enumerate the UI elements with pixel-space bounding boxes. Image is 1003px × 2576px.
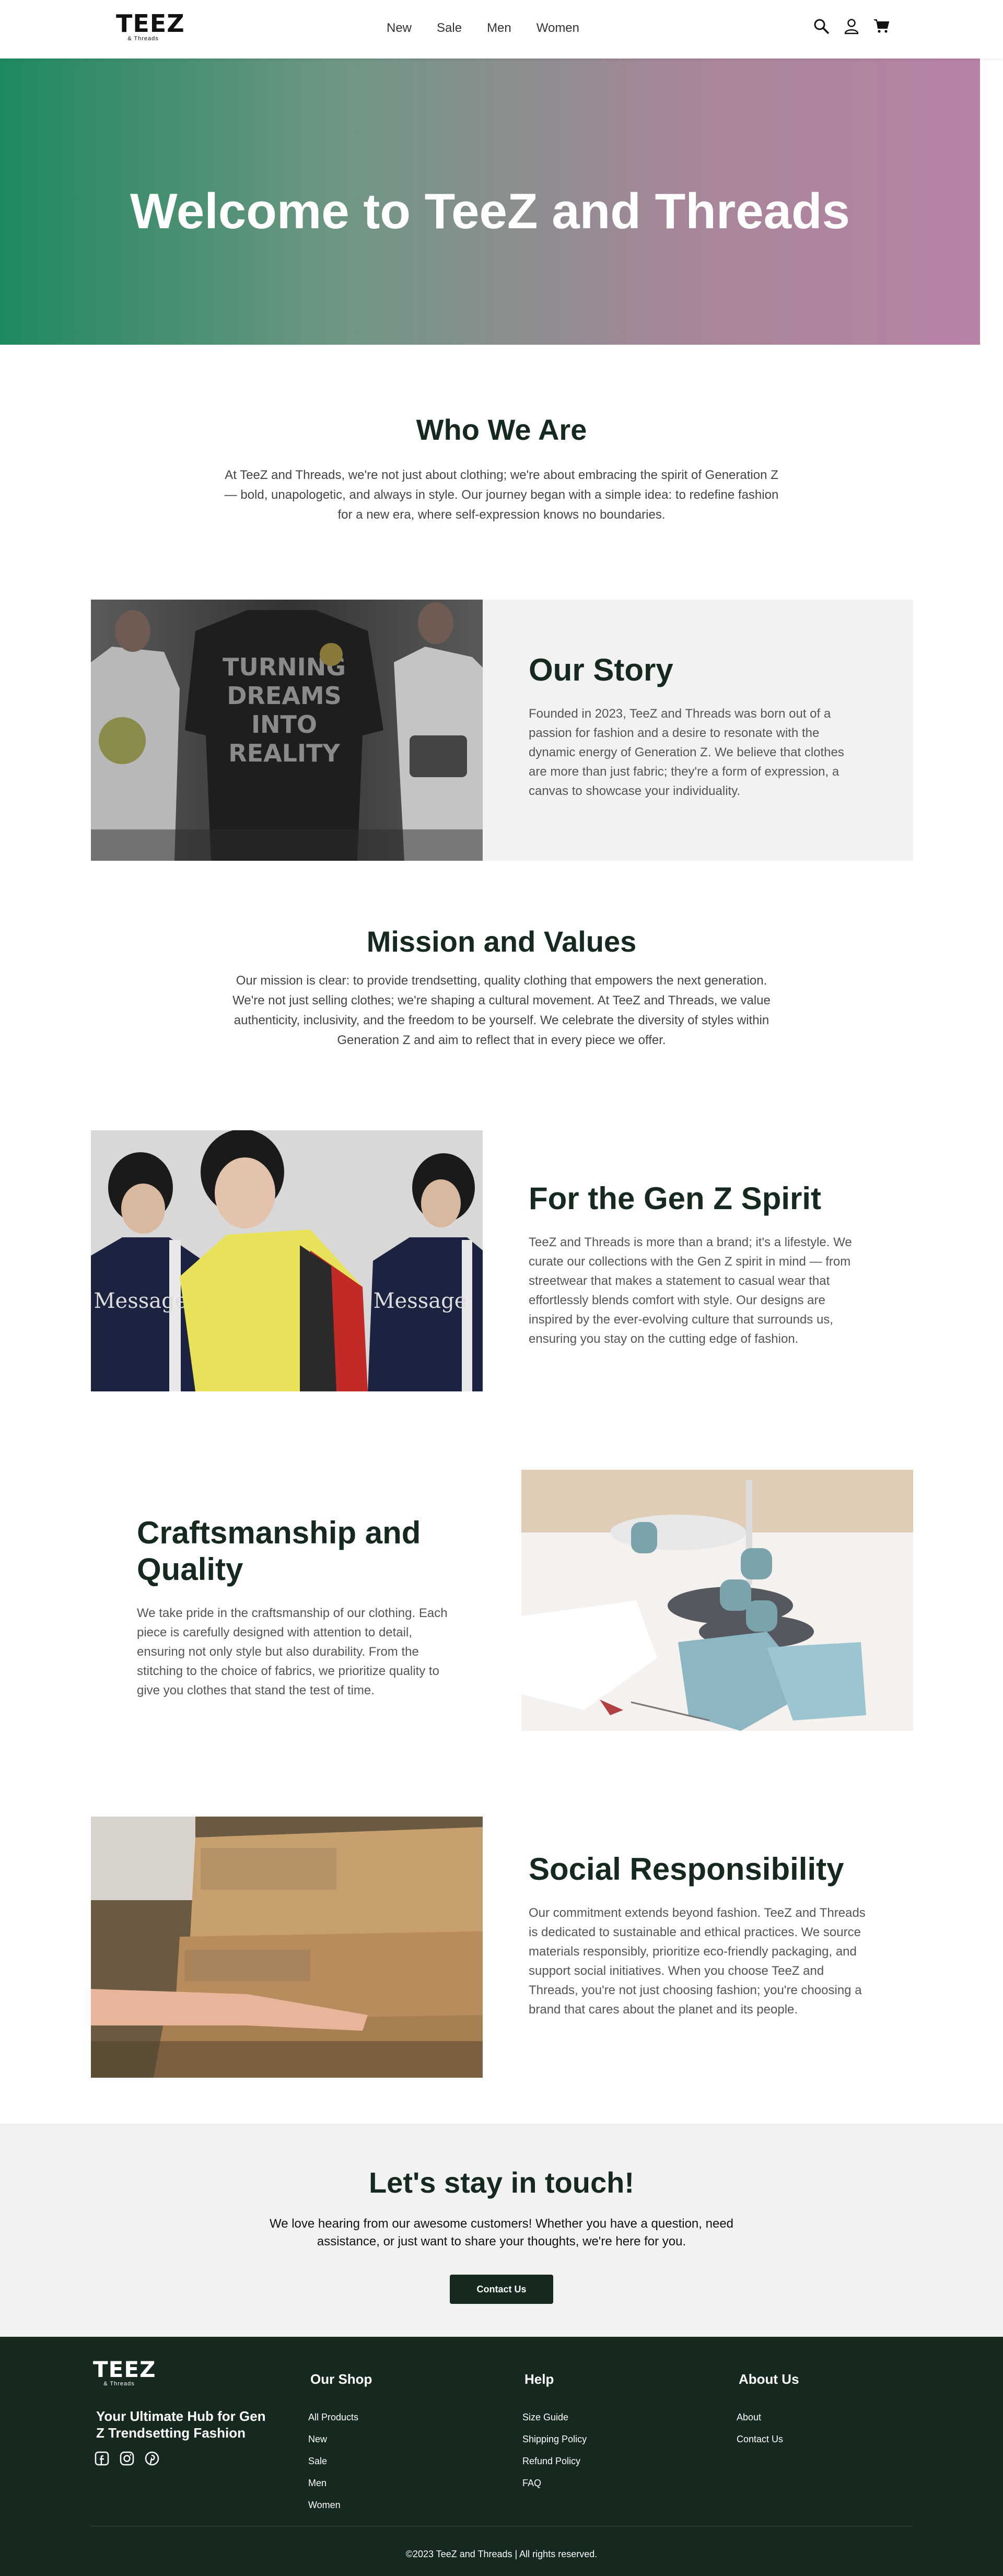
footer-link-faq[interactable]: FAQ bbox=[522, 2472, 587, 2494]
site-header: TEEZ & Threads New Sale Men Women bbox=[0, 0, 1003, 58]
site-footer: TEEZ & Threads Your Ultimate Hub for Gen… bbox=[0, 2337, 1003, 2576]
craft-text-panel: Craftsmanship and Quality We take pride … bbox=[91, 1470, 521, 1731]
gen-z-title: For the Gen Z Spirit bbox=[529, 1181, 822, 1216]
svg-text:Message: Message bbox=[374, 1289, 467, 1313]
footer-col-title: Our Shop bbox=[310, 2371, 372, 2387]
shirt-text-line-4: REALITY bbox=[228, 739, 340, 767]
shirt-text-line-3: INTO bbox=[251, 710, 317, 739]
nav-new[interactable]: New bbox=[387, 21, 412, 36]
hero-title: Welcome to TeeZ and Threads bbox=[130, 183, 850, 239]
craft-text: We take pride in the craftsmanship of ou… bbox=[137, 1606, 448, 1697]
footer-link-women[interactable]: Women bbox=[308, 2494, 372, 2516]
logo-main: TEEZ bbox=[116, 9, 185, 38]
gen-z-text-panel: For the Gen Z Spirit TeeZ and Threads is… bbox=[483, 1130, 913, 1391]
craftsmanship-section: Craftsmanship and Quality We take pride … bbox=[91, 1470, 913, 1731]
footer-col-title: About Us bbox=[739, 2371, 799, 2387]
logo[interactable]: TEEZ & Threads bbox=[116, 9, 185, 42]
cart-icon[interactable] bbox=[873, 18, 890, 34]
contact-us-button[interactable]: Contact Us bbox=[450, 2275, 553, 2304]
mission-title: Mission and Values bbox=[366, 925, 637, 958]
social-text-panel: Social Responsibility Our commitment ext… bbox=[483, 1817, 913, 2078]
footer-link-new[interactable]: New bbox=[308, 2428, 372, 2450]
gen-z-section: Message Message For the Gen Z Spirit Tee… bbox=[91, 1130, 913, 1391]
story-image: TURNING DREAMS INTO REALITY bbox=[91, 600, 483, 861]
who-text: At TeeZ and Threads, we're not just abou… bbox=[224, 468, 779, 522]
story-text: Founded in 2023, TeeZ and Threads was bo… bbox=[529, 707, 844, 798]
stay-in-touch-section: Let's stay in touch! We love hearing fro… bbox=[0, 2124, 1003, 2337]
footer-col-title: Help bbox=[524, 2371, 554, 2387]
svg-text:Message: Message bbox=[94, 1289, 188, 1313]
mission-section: Mission and Values Our mission is clear:… bbox=[0, 924, 1003, 1050]
footer-link-size-guide[interactable]: Size Guide bbox=[522, 2406, 587, 2428]
footer-link-shipping-policy[interactable]: Shipping Policy bbox=[522, 2428, 587, 2450]
footer-col-help: Help Size Guide Shipping Policy Refund P… bbox=[522, 2371, 587, 2494]
who-we-are-section: Who We Are At TeeZ and Threads, we're no… bbox=[0, 413, 1003, 525]
nav-sale[interactable]: Sale bbox=[437, 21, 462, 36]
touch-title: Let's stay in touch! bbox=[368, 2166, 635, 2199]
nav-women[interactable]: Women bbox=[537, 21, 579, 36]
social-links bbox=[94, 2451, 160, 2466]
social-text: Our commitment extends beyond fashion. T… bbox=[529, 1906, 866, 2017]
copyright: ©2023 TeeZ and Threads | All rights rese… bbox=[405, 2549, 598, 2559]
pinterest-icon[interactable] bbox=[144, 2451, 160, 2466]
shirt-text-line-2: DREAMS bbox=[227, 682, 342, 710]
footer-logo[interactable]: TEEZ & Threads bbox=[93, 2357, 156, 2387]
footer-col-about-us: About Us About Contact Us bbox=[737, 2371, 799, 2450]
gen-z-image: Message Message bbox=[91, 1130, 483, 1391]
story-text-panel: Our Story Founded in 2023, TeeZ and Thre… bbox=[483, 600, 913, 861]
footer-tagline: Your Ultimate Hub for Gen Z Trendsetting… bbox=[96, 2408, 266, 2441]
footer-logo-main: TEEZ bbox=[93, 2357, 156, 2382]
hero-banner: Welcome to TeeZ and Threads bbox=[0, 58, 980, 345]
facebook-icon[interactable] bbox=[94, 2451, 110, 2466]
who-title: Who We Are bbox=[416, 413, 587, 446]
footer-col-our-shop: Our Shop All Products New Sale Men Women bbox=[308, 2371, 372, 2516]
our-story-section: TURNING DREAMS INTO REALITY Our Story Fo… bbox=[91, 600, 913, 861]
footer-link-refund-policy[interactable]: Refund Policy bbox=[522, 2450, 587, 2472]
mission-text: Our mission is clear: to provide trendse… bbox=[232, 974, 771, 1047]
nav-men[interactable]: Men bbox=[487, 21, 511, 36]
instagram-icon[interactable] bbox=[119, 2451, 135, 2466]
touch-text: We love hearing from our awesome custome… bbox=[269, 2217, 734, 2249]
user-icon[interactable] bbox=[843, 18, 860, 34]
gen-z-text: TeeZ and Threads is more than a brand; i… bbox=[529, 1235, 852, 1346]
story-title: Our Story bbox=[529, 652, 673, 687]
social-responsibility-section: Social Responsibility Our commitment ext… bbox=[91, 1817, 913, 2078]
craft-title: Craftsmanship and Quality bbox=[137, 1515, 421, 1587]
social-image bbox=[91, 1817, 483, 2078]
footer-link-contact-us[interactable]: Contact Us bbox=[737, 2428, 799, 2450]
footer-link-about[interactable]: About bbox=[737, 2406, 799, 2428]
social-title: Social Responsibility bbox=[529, 1852, 844, 1887]
craft-image bbox=[521, 1470, 913, 1731]
main-nav: New Sale Men Women bbox=[387, 21, 604, 36]
footer-link-men[interactable]: Men bbox=[308, 2472, 372, 2494]
footer-link-sale[interactable]: Sale bbox=[308, 2450, 372, 2472]
footer-link-all-products[interactable]: All Products bbox=[308, 2406, 372, 2428]
search-icon[interactable] bbox=[813, 18, 830, 34]
header-icons bbox=[813, 18, 890, 34]
